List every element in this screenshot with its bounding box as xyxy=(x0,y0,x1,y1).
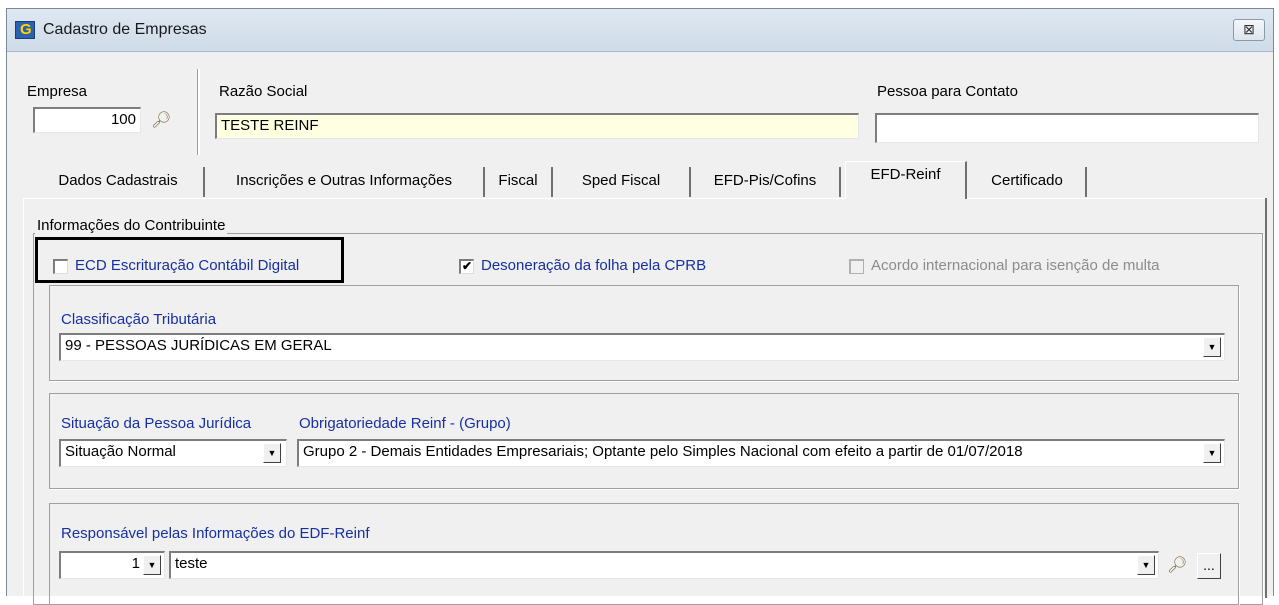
responsavel-name-value: teste xyxy=(175,555,208,572)
contribuinte-group-title: Informações do Contribuinte xyxy=(35,217,228,234)
responsavel-label: Responsável pelas Informações do EDF-Rei… xyxy=(61,525,370,542)
tab-certificado[interactable]: Certificado xyxy=(969,167,1087,197)
empresa-code-field[interactable]: 100 xyxy=(33,107,141,133)
chevron-down-icon[interactable]: ▼ xyxy=(1203,337,1221,357)
situacao-label: Situação da Pessoa Jurídica xyxy=(61,415,252,432)
binoculars-search-icon[interactable]: 🔎︎ xyxy=(151,110,171,130)
close-button[interactable]: ⊠ xyxy=(1233,19,1265,41)
acordo-checkbox[interactable] xyxy=(849,259,864,274)
tab-label: Dados Cadastrais xyxy=(58,172,178,189)
pessoa-contato-label: Pessoa para Contato xyxy=(877,83,1018,100)
obrigatoriedade-label: Obrigatoriedade Reinf - (Grupo) xyxy=(299,415,511,432)
tab-dados-cadastrais[interactable]: Dados Cadastrais xyxy=(33,167,205,197)
ellipsis-icon: ... xyxy=(1203,557,1215,573)
chevron-down-icon[interactable]: ▼ xyxy=(263,443,281,463)
empresa-label: Empresa xyxy=(27,83,88,100)
cadastro-empresas-window: Cadastro de Empresas ⊠ Empresa 100 🔎︎ Ra… xyxy=(6,8,1274,605)
tab-label: EFD-Pis/Cofins xyxy=(713,172,817,189)
tab-fiscal[interactable]: Fiscal xyxy=(485,167,553,197)
tab-label: Sped Fiscal xyxy=(581,172,661,189)
close-icon: ⊠ xyxy=(1243,21,1255,37)
tab-efd-reinf[interactable]: EFD-Reinf xyxy=(845,161,967,199)
tab-page-left-border xyxy=(23,198,24,598)
app-logo-icon xyxy=(15,21,35,39)
binoculars-search-icon[interactable]: 🔎︎ xyxy=(1167,555,1187,575)
tab-efd-pis-cofins[interactable]: EFD-Pis/Cofins xyxy=(691,167,841,197)
acordo-label: Acordo internacional para isenção de mul… xyxy=(871,257,1160,274)
tab-label: EFD-Reinf xyxy=(870,166,941,183)
responsavel-code-value: 1 xyxy=(131,555,140,572)
situacao-select[interactable]: Situação Normal xyxy=(59,439,287,467)
title-bar: Cadastro de Empresas ⊠ xyxy=(7,9,1273,52)
classificacao-value: 99 - PESSOAS JURÍDICAS EM GERAL xyxy=(65,337,332,354)
tab-page-top-border xyxy=(23,198,1267,199)
more-options-button[interactable]: ... xyxy=(1197,553,1221,579)
tab-label: Inscrições e Outras Informações xyxy=(236,172,452,189)
obrigatoriedade-select[interactable]: Grupo 2 - Demais Entidades Empresariais;… xyxy=(297,439,1225,467)
pessoa-contato-field[interactable] xyxy=(875,113,1259,143)
desoneracao-checkbox[interactable]: ✔ xyxy=(459,259,474,274)
obrigatoriedade-value: Grupo 2 - Demais Entidades Empresariais;… xyxy=(303,443,1023,460)
responsavel-name-select[interactable]: teste xyxy=(169,551,1159,579)
razao-social-field[interactable]: TESTE REINF xyxy=(215,113,859,139)
chevron-down-icon[interactable]: ▼ xyxy=(1203,443,1221,463)
desoneracao-label: Desoneração da folha pela CPRB xyxy=(481,257,707,274)
ecd-label: ECD Escrituração Contábil Digital xyxy=(75,257,300,274)
tab-sped-fiscal[interactable]: Sped Fiscal xyxy=(553,167,691,197)
tab-label: Certificado xyxy=(991,172,1063,189)
chevron-down-icon[interactable]: ▼ xyxy=(143,555,161,575)
classificacao-select[interactable]: 99 - PESSOAS JURÍDICAS EM GERAL xyxy=(59,333,1225,361)
header-separator xyxy=(197,69,200,155)
classificacao-label: Classificação Tributária xyxy=(61,311,217,328)
tab-page-right-border xyxy=(1265,198,1267,598)
window-title: Cadastro de Empresas xyxy=(43,21,207,38)
razao-social-label: Razão Social xyxy=(219,83,308,100)
tab-strip: Dados Cadastrais Inscrições e Outras Inf… xyxy=(7,157,1273,201)
ecd-checkbox[interactable] xyxy=(53,259,68,274)
tab-label: Fiscal xyxy=(498,172,538,189)
tab-inscricoes[interactable]: Inscrições e Outras Informações xyxy=(205,167,485,197)
chevron-down-icon[interactable]: ▼ xyxy=(1137,555,1155,575)
situacao-value: Situação Normal xyxy=(65,443,176,460)
